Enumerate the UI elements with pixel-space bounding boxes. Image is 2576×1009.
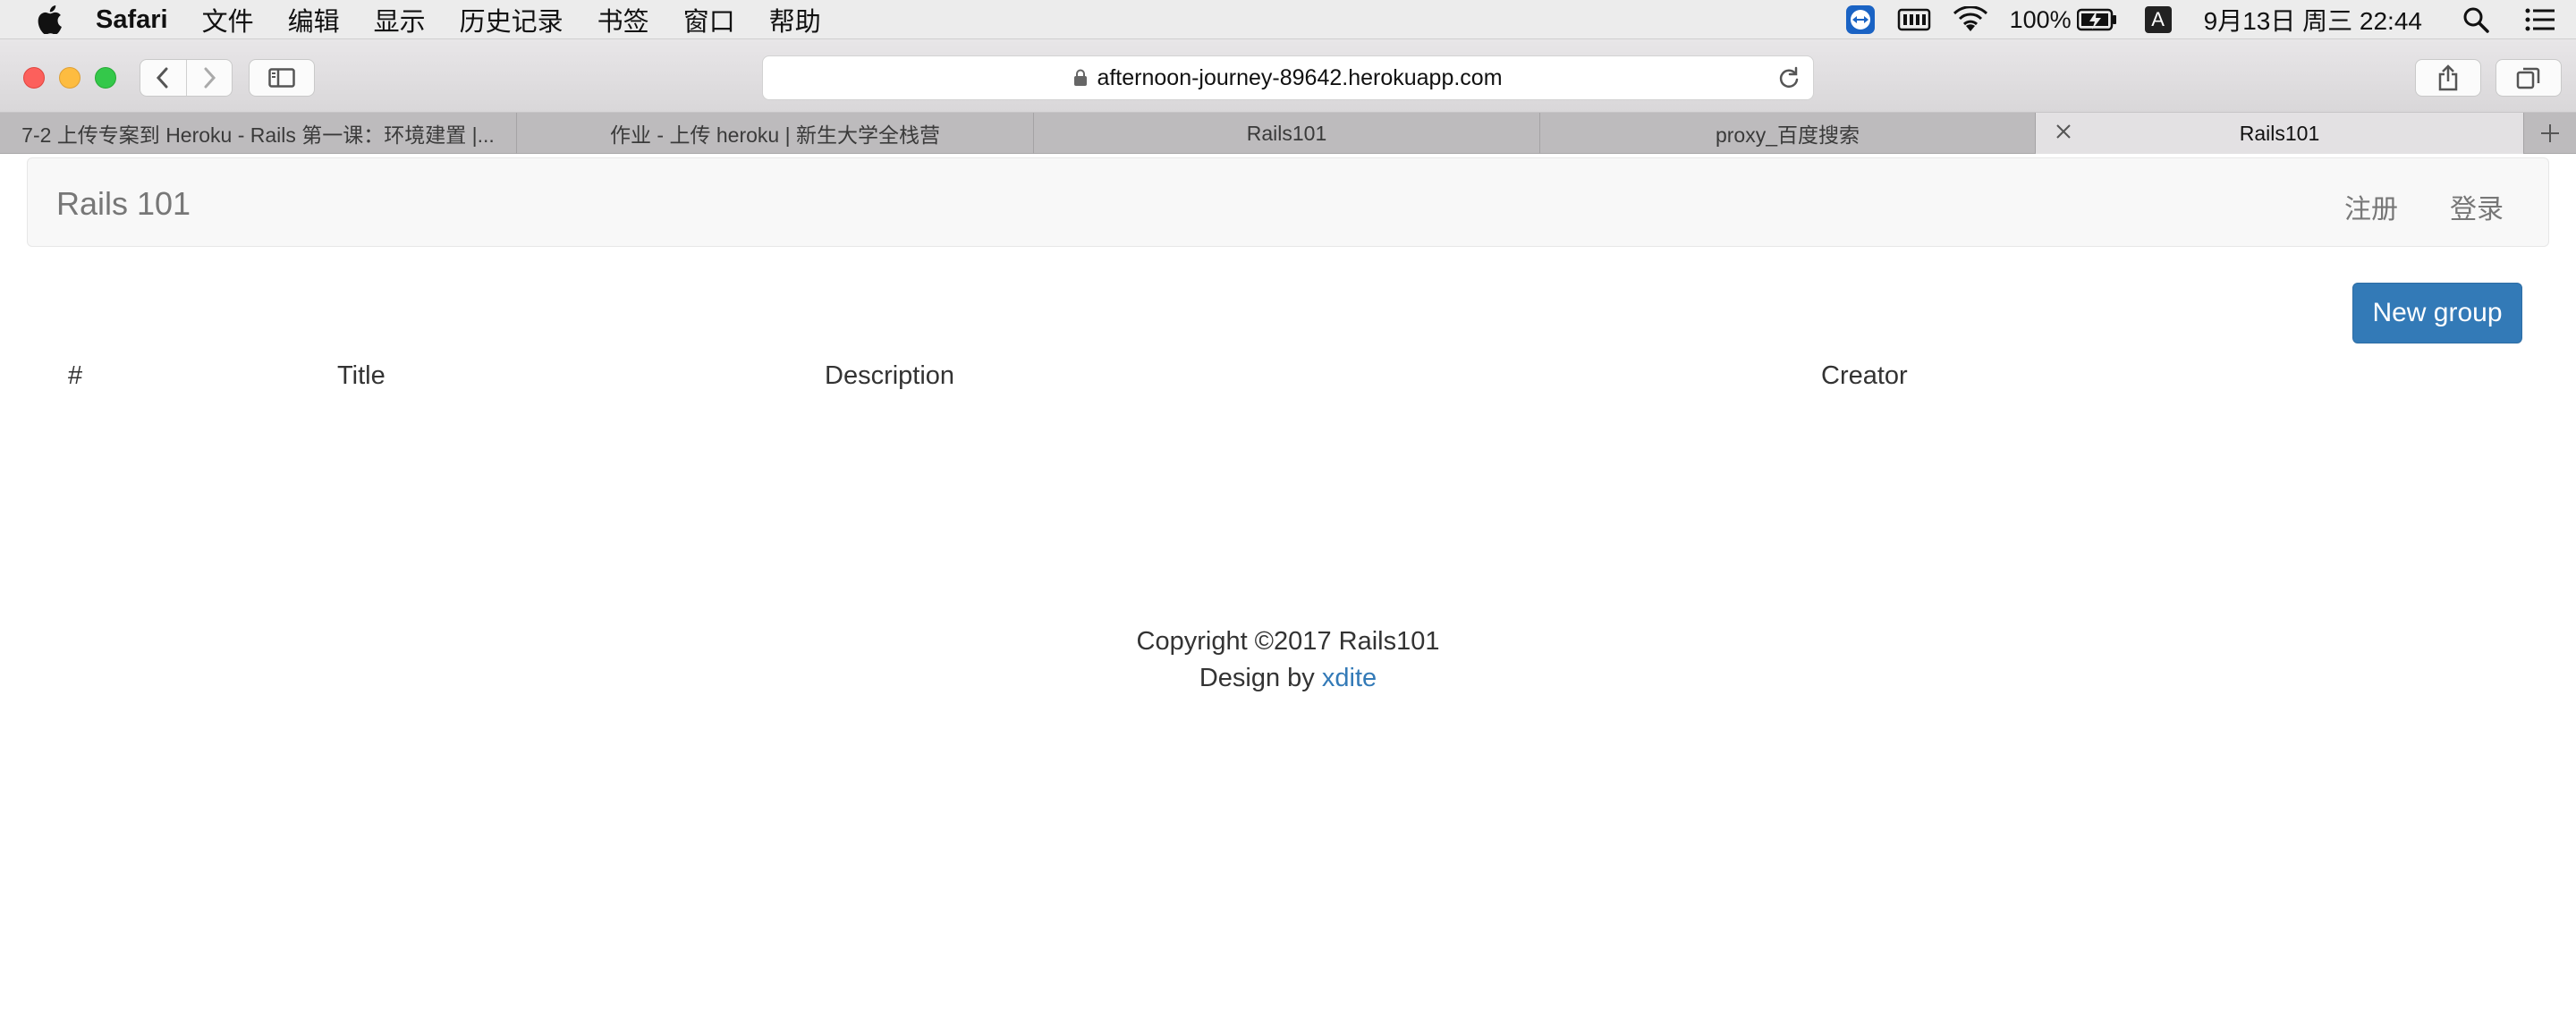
- address-bar[interactable]: afternoon-journey-89642.herokuapp.com: [762, 55, 1814, 100]
- menu-file[interactable]: 文件: [202, 1, 254, 38]
- battery-percent[interactable]: 100%: [2010, 6, 2072, 34]
- new-group-button[interactable]: New group: [2352, 283, 2522, 343]
- menu-window[interactable]: 窗口: [683, 1, 735, 38]
- close-window-button[interactable]: [23, 67, 45, 89]
- url-text: afternoon-journey-89642.herokuapp.com: [1097, 64, 1503, 90]
- tab-proxy-baidu[interactable]: proxy_百度搜索: [1540, 113, 2036, 154]
- show-all-tabs-button[interactable]: [2496, 59, 2562, 97]
- tab-label: 7-2 上传专案到 Heroku - Rails 第一课：环境建置 |...: [21, 123, 495, 147]
- minimize-window-button[interactable]: [59, 67, 80, 89]
- browser-toolbar: afternoon-journey-89642.herokuapp.com: [0, 39, 2576, 113]
- tab-label: Rails101: [1246, 121, 1327, 145]
- menu-help[interactable]: 帮助: [769, 1, 821, 38]
- menu-app-name[interactable]: Safari: [96, 5, 168, 35]
- nav-links: 注册 登录: [2292, 187, 2504, 226]
- share-button[interactable]: [2415, 59, 2481, 97]
- notification-center-icon[interactable]: [2524, 7, 2556, 32]
- lock-icon: [1074, 69, 1088, 86]
- back-button[interactable]: [140, 60, 187, 96]
- tab-heroku-lesson[interactable]: 7-2 上传专案到 Heroku - Rails 第一课：环境建置 |...: [0, 113, 517, 154]
- apple-icon[interactable]: [36, 5, 63, 34]
- menu-view[interactable]: 显示: [374, 1, 426, 38]
- column-header-creator: Creator: [1821, 361, 1908, 390]
- history-nav: [140, 59, 233, 97]
- site-footer: Copyright ©2017 Rails101 Design by xdite: [0, 623, 2576, 697]
- tab-bar: 7-2 上传专案到 Heroku - Rails 第一课：环境建置 |... 作…: [0, 113, 2576, 154]
- new-tab-button[interactable]: [2524, 113, 2576, 154]
- memory-icon[interactable]: [1897, 6, 1931, 33]
- forward-button[interactable]: [187, 60, 233, 96]
- tab-label: proxy_百度搜索: [1715, 123, 1860, 147]
- column-header-number: #: [68, 361, 83, 390]
- column-header-title: Title: [337, 361, 386, 390]
- chevron-left-icon: [157, 67, 168, 89]
- signup-link[interactable]: 注册: [2344, 187, 2398, 226]
- tab-label: 作业 - 上传 heroku | 新生大学全栈营: [610, 123, 940, 147]
- spotlight-search-icon[interactable]: [2462, 5, 2490, 34]
- reload-icon[interactable]: [1777, 66, 1801, 89]
- sidebar-toggle-button[interactable]: [249, 59, 315, 97]
- copyright-text: Copyright ©2017 Rails101: [1136, 627, 1440, 656]
- tabs-overview-icon: [2516, 67, 2540, 89]
- share-icon: [2438, 64, 2458, 91]
- plus-icon: [2541, 124, 2559, 142]
- design-credit: Design by xdite: [0, 660, 2576, 697]
- xdite-link[interactable]: xdite: [1322, 664, 1377, 692]
- design-prefix: Design by: [1199, 664, 1315, 692]
- column-header-description: Description: [825, 361, 955, 390]
- close-tab-icon[interactable]: [2054, 122, 2073, 141]
- input-method-icon[interactable]: A: [2144, 6, 2172, 33]
- menu-clock[interactable]: 9月13日 周三 22:44: [2204, 2, 2422, 38]
- wifi-icon[interactable]: [1953, 6, 1988, 33]
- tab-label: Rails101: [2239, 121, 2320, 145]
- menu-bar: Safari 文件 编辑 显示 历史记录 书签 窗口 帮助 100% A 9月1…: [0, 0, 2576, 39]
- zoom-window-button[interactable]: [95, 67, 116, 89]
- tab-homework-upload[interactable]: 作业 - 上传 heroku | 新生大学全栈营: [517, 113, 1034, 154]
- menu-bookmarks[interactable]: 书签: [597, 1, 649, 38]
- site-brand[interactable]: Rails 101: [56, 185, 191, 223]
- tab-rails101[interactable]: Rails101: [1034, 113, 1540, 154]
- login-link[interactable]: 登录: [2450, 187, 2504, 226]
- menu-edit[interactable]: 编辑: [288, 1, 340, 38]
- teamviewer-icon[interactable]: [1845, 4, 1876, 35]
- sidebar-icon: [268, 68, 295, 88]
- menu-history[interactable]: 历史记录: [460, 1, 564, 38]
- battery-charging-icon[interactable]: [2076, 8, 2118, 31]
- web-page: Rails 101 注册 登录 New group # Title Descri…: [0, 154, 2576, 1009]
- site-navbar: Rails 101 注册 登录: [27, 157, 2549, 247]
- chevron-right-icon: [204, 67, 216, 89]
- tab-rails101-active[interactable]: Rails101: [2036, 113, 2524, 154]
